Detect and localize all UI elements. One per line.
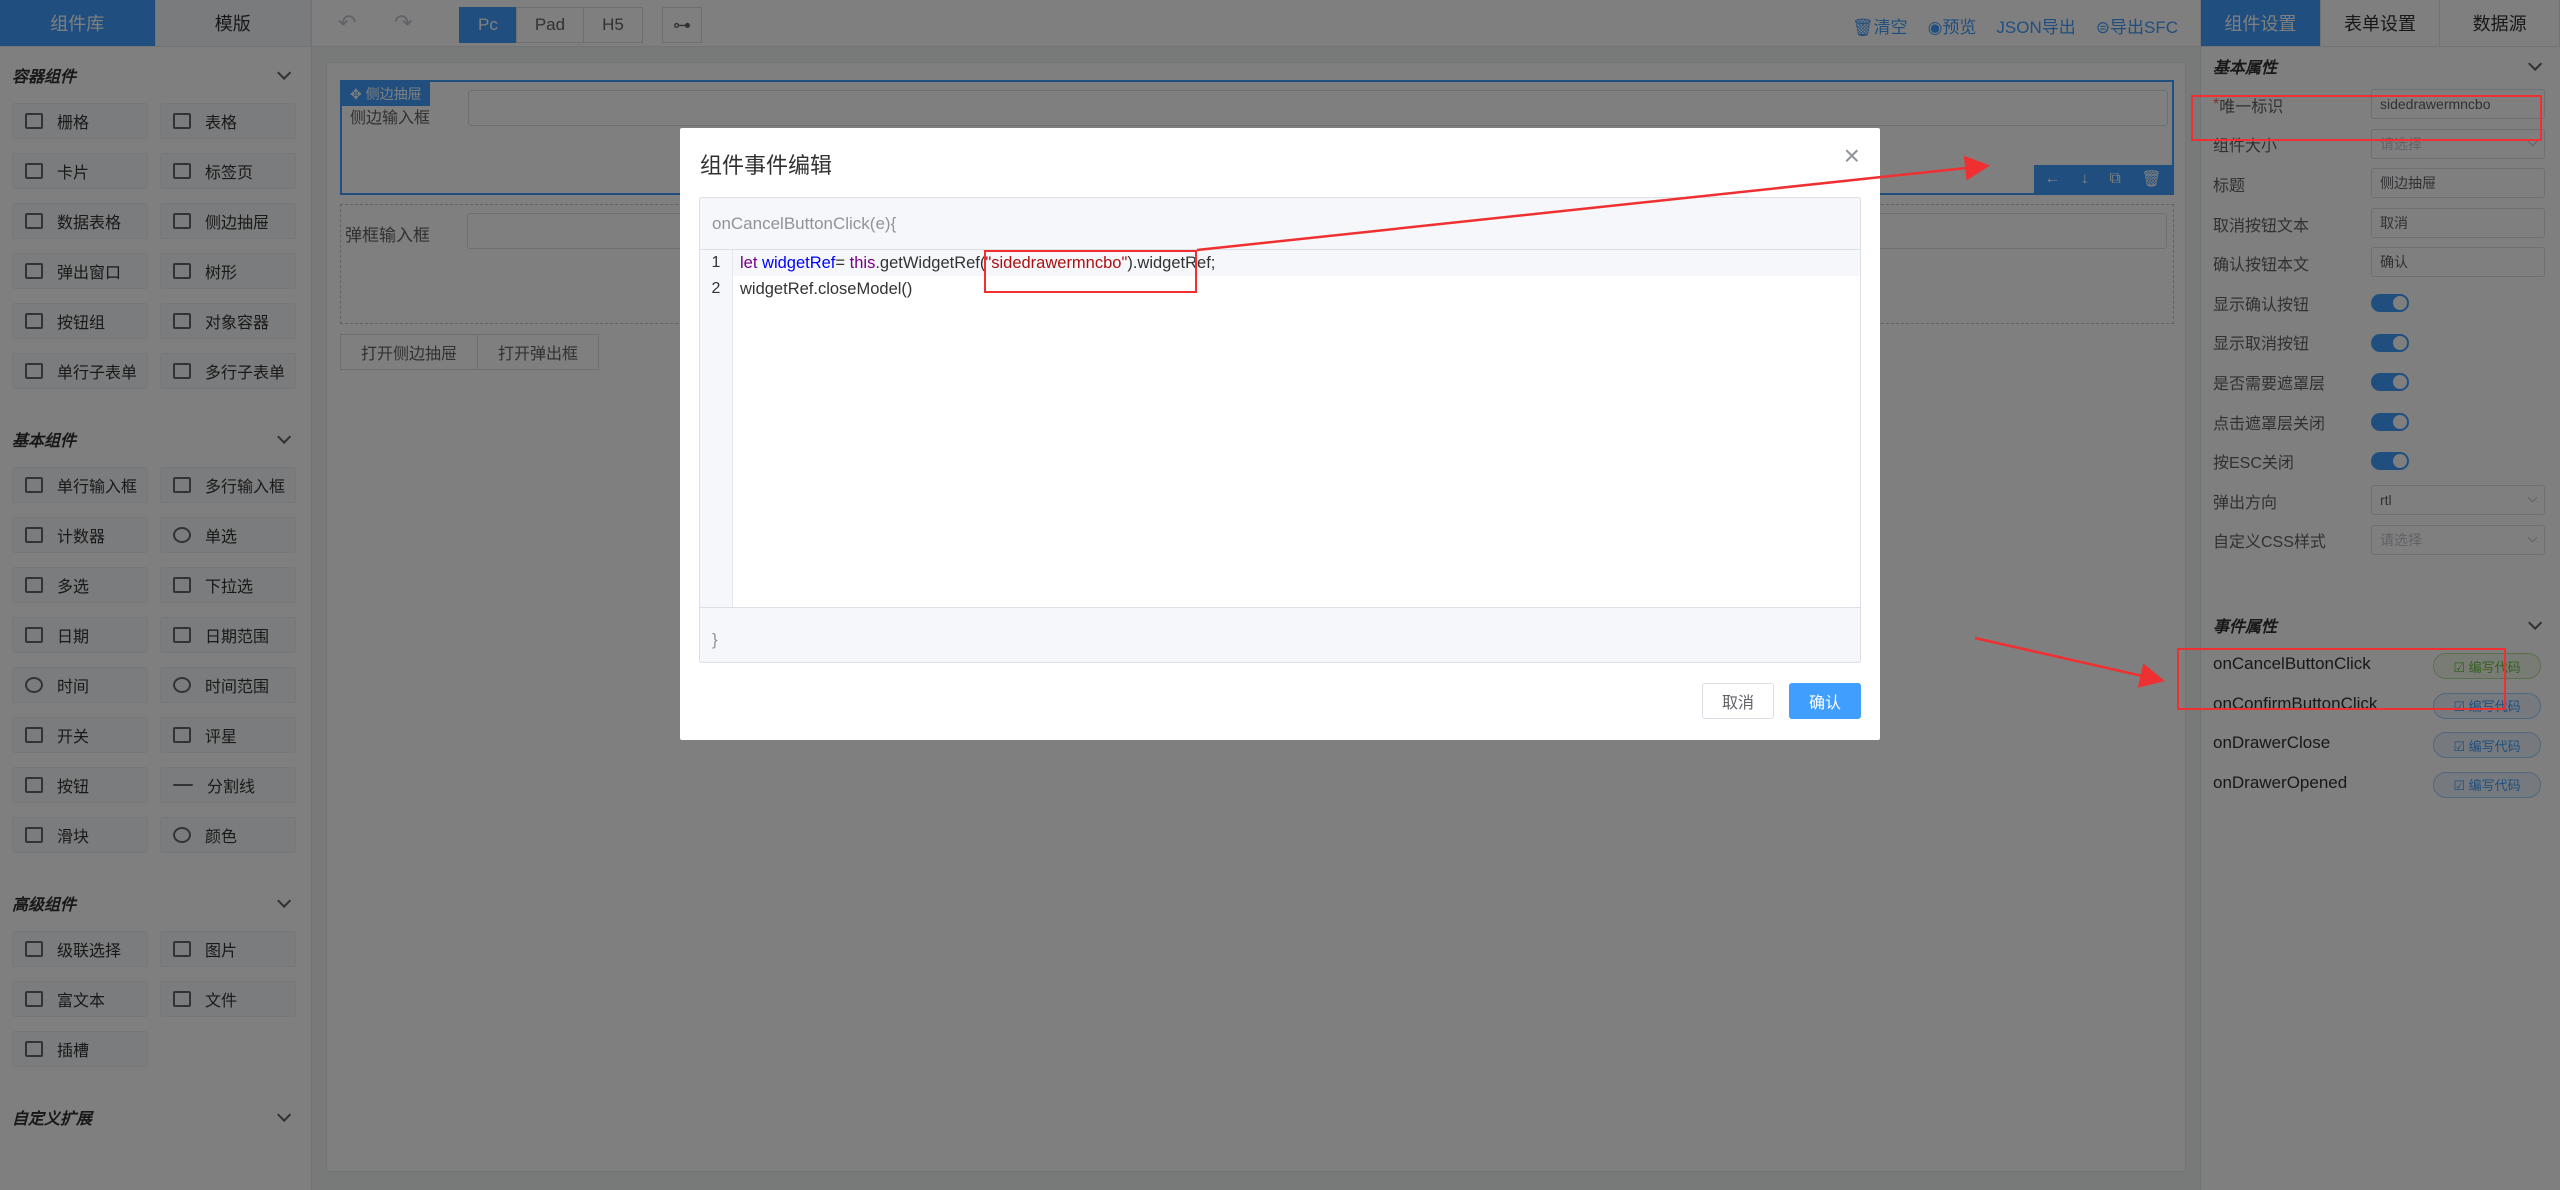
annotation-box-unique-id — [2191, 95, 2542, 141]
dialog-title: 组件事件编辑 — [700, 153, 833, 178]
app-root: 组件库 模版 容器组件栅格表格卡片标签页数据表格侧边抽屉弹出窗口树形按钮组对象容… — [0, 0, 2560, 1190]
code-variable: widgetRef — [757, 254, 836, 272]
code-editor-wrapper: onCancelButtonClick(e){ 1 2 let widgetRe… — [699, 197, 1861, 663]
function-closing-brace: } — [712, 630, 718, 649]
cancel-button[interactable]: 取消 — [1702, 683, 1774, 719]
line-number: 2 — [711, 280, 721, 297]
annotation-box-code-id — [984, 250, 1197, 293]
event-edit-dialog: 组件事件编辑 × onCancelButtonClick(e){ 1 2 let… — [680, 128, 1880, 740]
line-gutter: 1 2 — [700, 250, 733, 607]
code-keyword: let — [740, 254, 758, 272]
code-editor[interactable]: 1 2 let widgetRef= this.getWidgetRef("si… — [700, 250, 1860, 608]
function-signature: onCancelButtonClick(e){ — [700, 198, 1860, 250]
code-keyword: this — [849, 254, 876, 272]
code-call: .getWidgetRef( — [875, 254, 986, 272]
code-line-2: widgetRef.closeModel() — [740, 280, 913, 298]
confirm-button[interactable]: 确认 — [1789, 683, 1861, 719]
close-icon[interactable]: × — [1844, 140, 1860, 172]
code-operator: = — [835, 254, 850, 272]
line-number: 1 — [711, 254, 721, 271]
annotation-box-cancel-event — [2177, 648, 2506, 710]
